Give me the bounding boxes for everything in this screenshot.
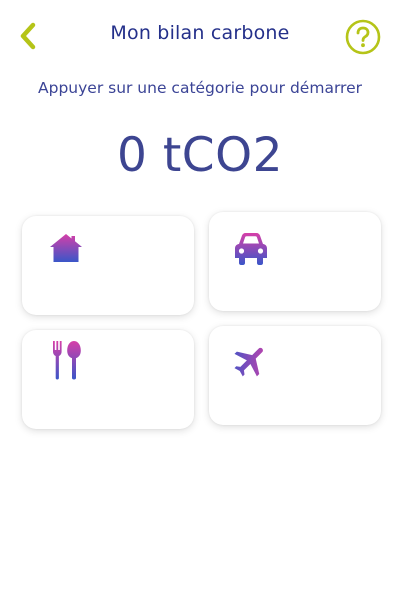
page-title: Mon bilan carbone	[110, 22, 290, 44]
category-card-plane[interactable]	[209, 326, 381, 425]
car-icon	[235, 233, 267, 265]
food-icon	[53, 341, 81, 380]
category-card-car[interactable]	[209, 212, 381, 311]
help-button[interactable]	[345, 19, 381, 55]
category-card-food[interactable]	[22, 330, 194, 429]
category-card-home[interactable]	[22, 216, 194, 315]
carbon-total: 0 tCO2	[117, 128, 283, 183]
instruction-text: Appuyer sur une catégorie pour démarrer	[38, 79, 362, 97]
home-icon	[50, 234, 82, 262]
header: Mon bilan carbone	[0, 0, 400, 72]
plane-icon	[234, 347, 263, 377]
question-circle-icon	[345, 19, 381, 55]
